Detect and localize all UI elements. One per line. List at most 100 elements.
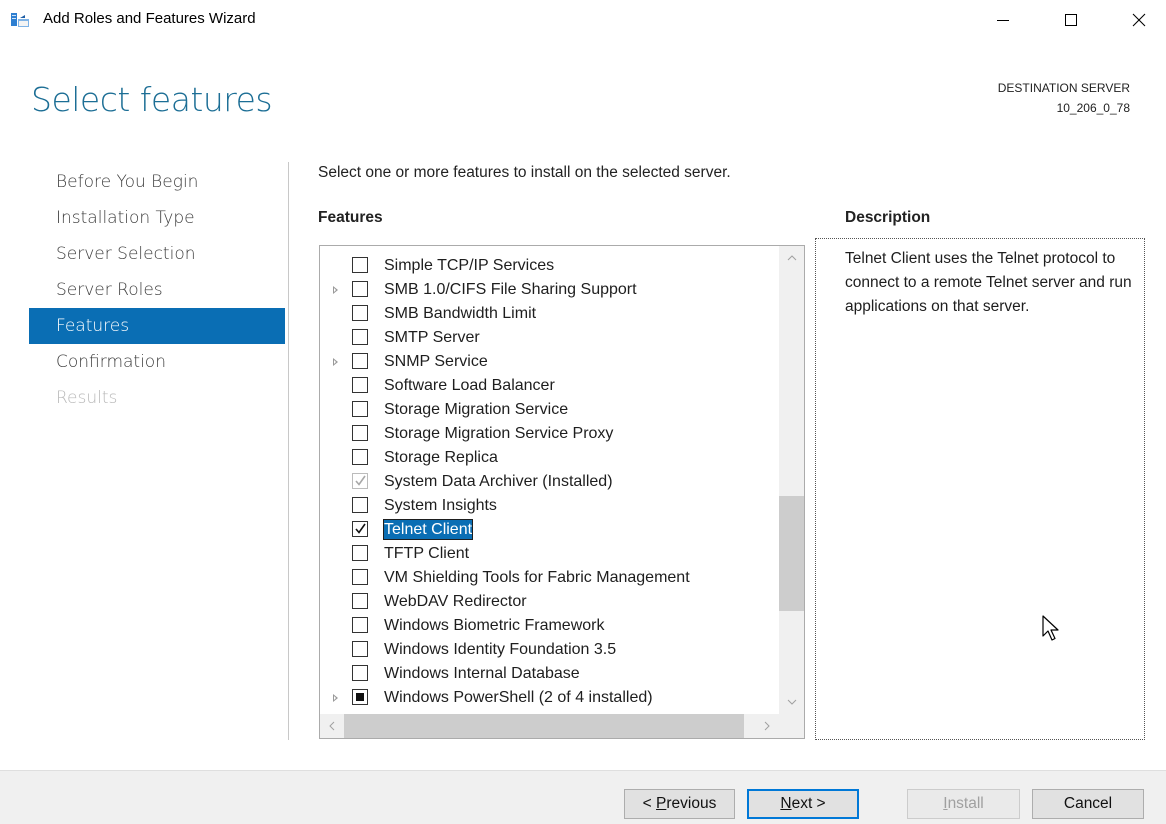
chevron-up-icon [787, 255, 796, 261]
feature-row[interactable]: SMB 1.0/CIFS File Sharing Support [320, 278, 780, 302]
feature-label[interactable]: SMB 1.0/CIFS File Sharing Support [383, 279, 638, 300]
feature-row[interactable]: System Insights [320, 494, 780, 518]
feature-row[interactable]: Simple TCP/IP Services [320, 254, 780, 278]
scroll-up-button[interactable] [779, 246, 804, 270]
checkmark-icon [355, 475, 366, 486]
feature-label[interactable]: SMB Bandwidth Limit [383, 303, 537, 324]
nav-server-selection[interactable]: Server Selection [29, 236, 285, 272]
feature-checkbox[interactable] [352, 641, 368, 657]
server-manager-icon [11, 13, 29, 27]
feature-checkbox[interactable] [352, 425, 368, 441]
feature-checkbox[interactable] [352, 665, 368, 681]
horizontal-scrollbar[interactable] [320, 714, 779, 738]
feature-checkbox[interactable] [352, 593, 368, 609]
feature-checkbox[interactable] [352, 689, 368, 705]
feature-checkbox[interactable] [352, 377, 368, 393]
feature-label[interactable]: Storage Replica [383, 447, 499, 468]
feature-label[interactable]: WebDAV Redirector [383, 591, 528, 612]
title-bar: Add Roles and Features Wizard [0, 0, 1166, 40]
feature-row[interactable]: WebDAV Redirector [320, 590, 780, 614]
instruction-text: Select one or more features to install o… [318, 164, 731, 181]
scroll-left-button[interactable] [320, 714, 344, 738]
feature-label[interactable]: Storage Migration Service Proxy [383, 423, 614, 444]
feature-label[interactable]: Simple TCP/IP Services [383, 255, 555, 276]
nav-divider [288, 162, 289, 740]
next-mnemonic: N [780, 795, 792, 812]
feature-checkbox[interactable] [352, 305, 368, 321]
feature-row[interactable]: System Data Archiver (Installed) [320, 470, 780, 494]
feature-label[interactable]: VM Shielding Tools for Fabric Management [383, 567, 691, 588]
feature-label[interactable]: SNMP Service [383, 351, 489, 372]
scroll-down-button[interactable] [779, 690, 804, 714]
feature-label[interactable]: Software Load Balancer [383, 375, 556, 396]
page-title: Select features [31, 80, 273, 119]
feature-label[interactable]: Windows Biometric Framework [383, 615, 605, 636]
install-label-rest: nstall [947, 795, 984, 812]
feature-checkbox[interactable] [352, 353, 368, 369]
nav-features[interactable]: Features [29, 308, 285, 344]
cancel-button[interactable]: Cancel [1032, 789, 1144, 819]
feature-label[interactable]: Telnet Client [383, 519, 474, 540]
feature-checkbox[interactable] [352, 569, 368, 585]
scroll-right-button[interactable] [755, 714, 779, 738]
description-heading: Description [845, 209, 931, 226]
feature-row[interactable]: TFTP Client [320, 542, 780, 566]
expand-arrow-icon[interactable] [333, 694, 338, 702]
feature-checkbox[interactable] [352, 521, 368, 537]
footer-bar: < Previous Next > Install Cancel [0, 770, 1166, 824]
close-button[interactable] [1116, 4, 1162, 36]
feature-label[interactable]: System Data Archiver (Installed) [383, 471, 614, 492]
vertical-scroll-thumb[interactable] [779, 496, 804, 611]
feature-row[interactable]: Windows Internal Database [320, 662, 780, 686]
feature-label[interactable]: SMTP Server [383, 327, 481, 348]
feature-label[interactable]: System Insights [383, 495, 498, 516]
feature-row[interactable]: Storage Migration Service [320, 398, 780, 422]
feature-checkbox[interactable] [352, 617, 368, 633]
destination-server-value: 10_206_0_78 [1056, 101, 1130, 115]
feature-checkbox[interactable] [352, 401, 368, 417]
feature-checkbox[interactable] [352, 281, 368, 297]
partial-check-icon [356, 693, 364, 701]
feature-checkbox[interactable] [352, 257, 368, 273]
feature-row[interactable]: VM Shielding Tools for Fabric Management [320, 566, 780, 590]
feature-row[interactable]: SNMP Service [320, 350, 780, 374]
feature-label[interactable]: Storage Migration Service [383, 399, 569, 420]
nav-results: Results [56, 388, 118, 408]
feature-row[interactable]: Windows PowerShell (2 of 4 installed) [320, 686, 780, 710]
feature-row[interactable]: Windows Identity Foundation 3.5 [320, 638, 780, 662]
previous-button[interactable]: < Previous [624, 789, 735, 819]
expand-arrow-icon[interactable] [333, 358, 338, 366]
nav-before-you-begin[interactable]: Before You Begin [29, 164, 285, 200]
previous-mnemonic: P [656, 795, 667, 812]
feature-label[interactable]: Windows Identity Foundation 3.5 [383, 639, 617, 660]
feature-row[interactable]: Storage Migration Service Proxy [320, 422, 780, 446]
feature-row[interactable]: Storage Replica [320, 446, 780, 470]
nav-confirmation[interactable]: Confirmation [29, 344, 285, 380]
features-tree[interactable]: Simple TCP/IP Services SMB 1.0/CIFS File … [319, 245, 805, 739]
horizontal-scroll-thumb[interactable] [344, 714, 744, 738]
nav-installation-type[interactable]: Installation Type [29, 200, 285, 236]
feature-row[interactable]: Software Load Balancer [320, 374, 780, 398]
feature-label[interactable]: Windows Internal Database [383, 663, 581, 684]
maximize-button[interactable] [1048, 4, 1094, 36]
feature-checkbox[interactable] [352, 449, 368, 465]
feature-checkbox[interactable] [352, 545, 368, 561]
next-button[interactable]: Next > [747, 789, 859, 819]
feature-row[interactable]: SMTP Server [320, 326, 780, 350]
feature-checkbox[interactable] [352, 497, 368, 513]
feature-label[interactable]: Windows PowerShell (2 of 4 installed) [383, 687, 654, 708]
feature-row[interactable]: Windows Biometric Framework [320, 614, 780, 638]
nav-server-roles[interactable]: Server Roles [29, 272, 285, 308]
expand-arrow-fill [334, 288, 336, 292]
checkmark-icon [355, 523, 366, 534]
close-icon [1132, 13, 1146, 27]
feature-row[interactable]: Telnet Client [320, 518, 780, 542]
vertical-scrollbar[interactable] [779, 246, 804, 714]
feature-checkbox[interactable] [352, 329, 368, 345]
feature-label[interactable]: TFTP Client [383, 543, 470, 564]
chevron-left-icon [329, 721, 335, 731]
feature-row[interactable]: SMB Bandwidth Limit [320, 302, 780, 326]
scrollbar-corner [779, 714, 804, 738]
expand-arrow-icon[interactable] [333, 286, 338, 294]
minimize-button[interactable] [980, 4, 1026, 36]
